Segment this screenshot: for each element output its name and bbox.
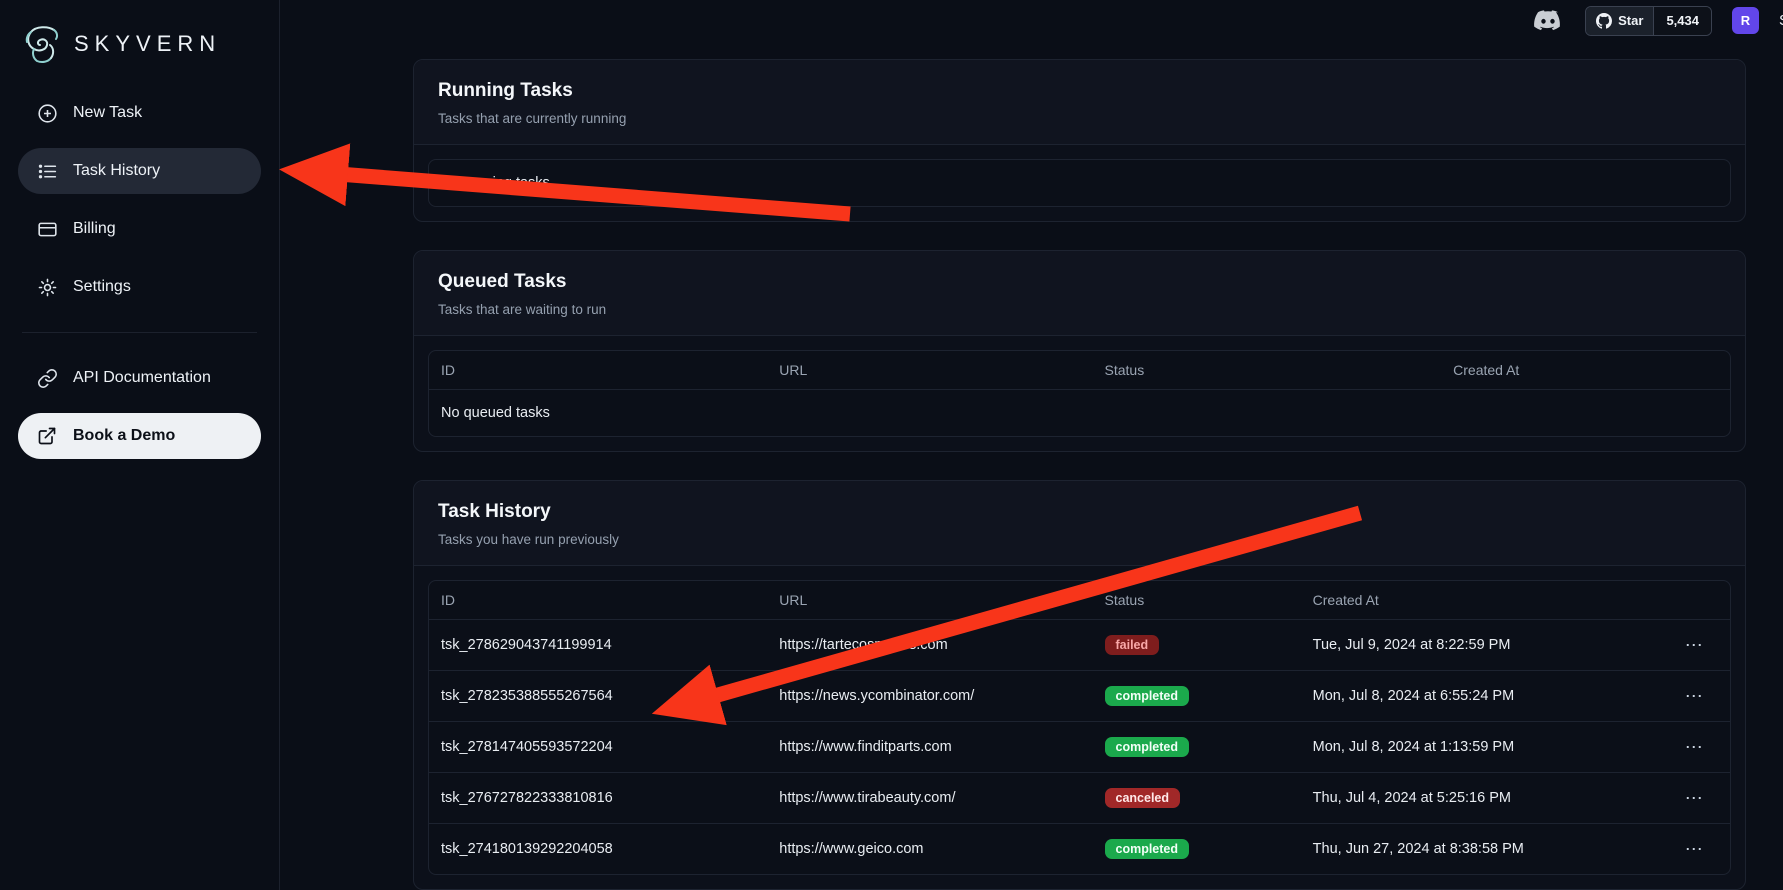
sidebar-item-task-history[interactable]: Task History	[18, 148, 261, 194]
avatar[interactable]: R	[1732, 7, 1759, 34]
column-header-created-at: Created At	[1301, 592, 1659, 608]
running-tasks-header: Running Tasks Tasks that are currently r…	[414, 60, 1745, 145]
column-header-url: URL	[767, 362, 1092, 378]
user-name-cut: S	[1779, 12, 1783, 29]
task-created-at: Thu, Jun 27, 2024 at 8:38:58 PM	[1301, 841, 1659, 857]
external-link-icon	[36, 425, 58, 447]
table-row[interactable]: tsk_278147405593572204 https://www.findi…	[429, 722, 1730, 773]
table-row[interactable]: tsk_278629043741199914 https://tartecosm…	[429, 620, 1730, 671]
running-tasks-card: Running Tasks Tasks that are currently r…	[413, 59, 1746, 222]
list-icon	[36, 160, 58, 182]
section-title: Queued Tasks	[438, 271, 1721, 293]
task-created-at: Thu, Jul 4, 2024 at 5:25:16 PM	[1301, 790, 1659, 806]
section-subtitle: Tasks that are waiting to run	[438, 302, 1721, 317]
table-row[interactable]: tsk_276727822333810816 https://www.tirab…	[429, 773, 1730, 824]
section-title: Task History	[438, 501, 1721, 523]
sidebar-item-label: New Task	[73, 104, 142, 122]
table-row[interactable]: tsk_274180139292204058 https://www.geico…	[429, 824, 1730, 874]
running-tasks-table: No running tasks	[428, 159, 1731, 207]
link-icon	[36, 367, 58, 389]
task-created-at: Mon, Jul 8, 2024 at 1:13:59 PM	[1301, 739, 1659, 755]
sidebar-item-book-a-demo[interactable]: Book a Demo	[18, 413, 261, 459]
task-created-at: Tue, Jul 9, 2024 at 8:22:59 PM	[1301, 637, 1659, 653]
row-actions-button[interactable]: ⋯	[1685, 738, 1704, 756]
sidebar-item-label: Book a Demo	[73, 427, 175, 445]
task-id: tsk_276727822333810816	[429, 790, 767, 806]
column-header-id: ID	[429, 362, 767, 378]
section-subtitle: Tasks that are currently running	[438, 111, 1721, 126]
github-star-label: Star	[1618, 13, 1643, 28]
task-created-at: Mon, Jul 8, 2024 at 6:55:24 PM	[1301, 688, 1659, 704]
table-header-row: ID URL Status Created At	[429, 581, 1730, 620]
column-header-id: ID	[429, 592, 767, 608]
sidebar-item-label: API Documentation	[73, 369, 211, 387]
task-history-card: Task History Tasks you have run previous…	[413, 480, 1746, 890]
column-header-status: Status	[1093, 592, 1301, 608]
brand-logo: SKYVERN	[18, 18, 261, 90]
sidebar-item-label: Settings	[73, 278, 131, 296]
section-subtitle: Tasks you have run previously	[438, 532, 1721, 547]
sidebar-item-billing[interactable]: Billing	[18, 206, 261, 252]
sidebar-item-api-documentation[interactable]: API Documentation	[18, 355, 261, 401]
table-header-row: ID URL Status Created At	[429, 351, 1730, 390]
row-actions-button[interactable]: ⋯	[1685, 687, 1704, 705]
task-id: tsk_278629043741199914	[429, 637, 767, 653]
discord-icon[interactable]	[1531, 8, 1565, 34]
main-area: Star 5,434 R S Running Tasks Tasks that …	[280, 0, 1783, 890]
task-url: https://tartecosmetics.com	[767, 637, 1092, 653]
column-header-created-at: Created At	[1441, 362, 1730, 378]
row-actions-button[interactable]: ⋯	[1685, 636, 1704, 654]
brand-name: SKYVERN	[74, 31, 221, 57]
github-icon	[1596, 13, 1612, 29]
empty-state: No queued tasks	[429, 390, 1730, 436]
sidebar-item-settings[interactable]: Settings	[18, 264, 261, 310]
table-row[interactable]: tsk_278235388555267564 https://news.ycom…	[429, 671, 1730, 722]
sidebar-item-label: Billing	[73, 220, 116, 238]
status-badge: completed	[1105, 737, 1190, 757]
task-url: https://www.finditparts.com	[767, 739, 1092, 755]
plus-circle-icon	[36, 102, 58, 124]
github-star-count: 5,434	[1653, 7, 1711, 35]
section-title: Running Tasks	[438, 80, 1721, 102]
task-history-header: Task History Tasks you have run previous…	[414, 481, 1745, 566]
sidebar-item-new-task[interactable]: New Task	[18, 90, 261, 136]
task-id: tsk_274180139292204058	[429, 841, 767, 857]
column-header-url: URL	[767, 592, 1092, 608]
task-url: https://www.tirabeauty.com/	[767, 790, 1092, 806]
task-url: https://www.geico.com	[767, 841, 1092, 857]
task-url: https://news.ycombinator.com/	[767, 688, 1092, 704]
task-id: tsk_278235388555267564	[429, 688, 767, 704]
queued-tasks-card: Queued Tasks Tasks that are waiting to r…	[413, 250, 1746, 452]
empty-state: No running tasks	[429, 160, 1730, 206]
status-badge: completed	[1105, 686, 1190, 706]
sidebar-item-label: Task History	[73, 162, 160, 180]
sidebar: SKYVERN New Task Task History Billing Se…	[0, 0, 280, 890]
gear-icon	[36, 276, 58, 298]
skyvern-dragon-icon	[20, 24, 64, 64]
status-badge: canceled	[1105, 788, 1181, 808]
topbar: Star 5,434 R S	[280, 0, 1783, 41]
sidebar-divider	[22, 332, 257, 333]
status-badge: failed	[1105, 635, 1160, 655]
github-star-button[interactable]: Star 5,434	[1585, 6, 1712, 36]
column-header-status: Status	[1093, 362, 1442, 378]
row-actions-button[interactable]: ⋯	[1685, 840, 1704, 858]
status-badge: completed	[1105, 839, 1190, 859]
queued-tasks-table: ID URL Status Created At No queued tasks	[428, 350, 1731, 437]
credit-card-icon	[36, 218, 58, 240]
task-history-table: ID URL Status Created At tsk_27862904374…	[428, 580, 1731, 875]
task-id: tsk_278147405593572204	[429, 739, 767, 755]
history-table-body: tsk_278629043741199914 https://tartecosm…	[429, 620, 1730, 874]
row-actions-button[interactable]: ⋯	[1685, 789, 1704, 807]
queued-tasks-header: Queued Tasks Tasks that are waiting to r…	[414, 251, 1745, 336]
